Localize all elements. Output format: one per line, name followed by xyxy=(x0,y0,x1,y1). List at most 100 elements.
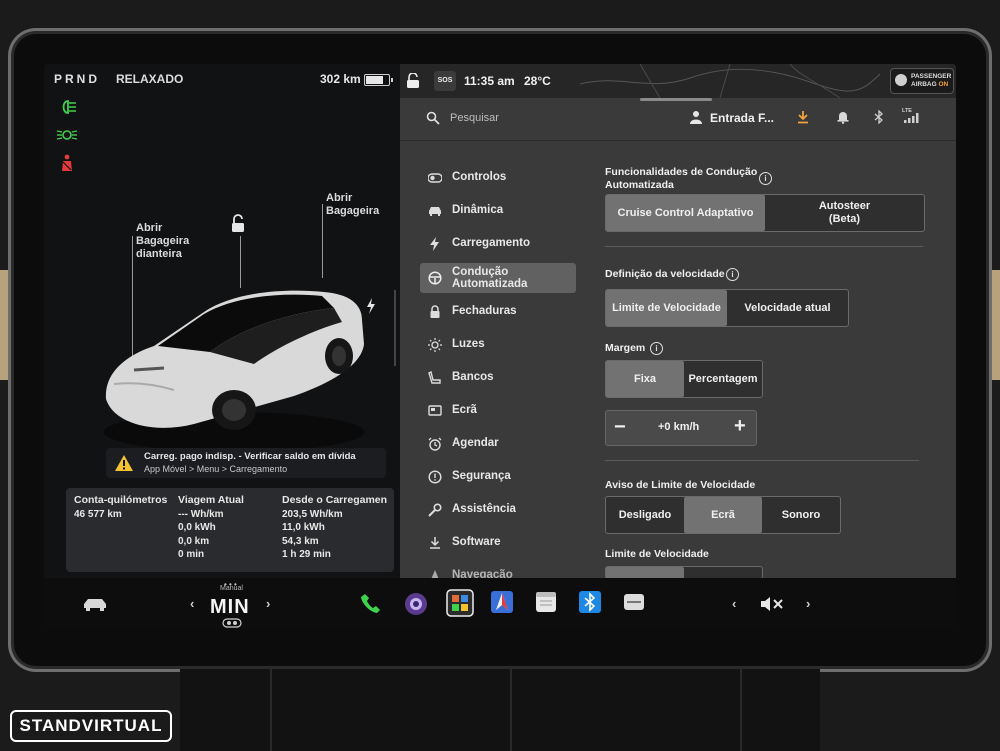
speed-limit-title: Limite de Velocidade xyxy=(605,548,709,560)
option-cruise-control[interactable]: Cruise Control Adaptativo xyxy=(606,195,765,231)
speed-definition-selector: Limite de Velocidade Velocidade atual xyxy=(605,289,849,327)
bluetooth-icon[interactable] xyxy=(874,110,884,124)
download-icon xyxy=(430,537,440,549)
drag-handle[interactable] xyxy=(640,98,712,101)
alert-circle-icon xyxy=(428,470,442,484)
volume-muted-icon[interactable] xyxy=(760,595,784,613)
option-current-speed[interactable]: Velocidade atual xyxy=(727,290,848,326)
option-off[interactable]: Desligado xyxy=(606,497,684,533)
option-display[interactable]: Ecrã xyxy=(684,497,762,533)
driver-profile[interactable]: Entrada F... xyxy=(710,111,774,125)
camera-icon[interactable] xyxy=(404,592,428,616)
decrease-button[interactable]: − xyxy=(614,416,626,439)
odometer-column: Conta-quilómetros 46 577 km xyxy=(74,494,168,520)
menu-item-agendar[interactable]: Agendar xyxy=(420,430,576,458)
climate-mode-label: Manual xyxy=(220,585,243,592)
sos-icon[interactable]: SOS xyxy=(434,71,456,91)
rear-trunk-label[interactable]: Abrir Bagageira xyxy=(326,192,379,218)
section-divider xyxy=(605,246,923,247)
volume-decrease-button[interactable]: ‹ xyxy=(732,596,736,611)
menu-item-bancos[interactable]: Bancos xyxy=(420,364,576,392)
car-model-image[interactable] xyxy=(94,264,374,454)
airbag-icon xyxy=(895,74,907,86)
car-status-panel: PRND RELAXADO 302 km Abrir Bagageira Abr… xyxy=(44,64,400,578)
option-sound[interactable]: Sonoro xyxy=(762,497,840,533)
map-roads xyxy=(580,64,880,98)
range-display: 302 km xyxy=(320,72,361,86)
increase-button[interactable]: + xyxy=(734,415,746,438)
info-icon[interactable]: i xyxy=(650,342,663,355)
drive-mode: RELAXADO xyxy=(116,72,184,86)
current-trip-column: Viagem Atual --- Wh/km 0,0 kWh 0,0 km 0 … xyxy=(178,494,244,560)
menu-item-ecra[interactable]: Ecrã xyxy=(420,397,576,425)
speed-definition-title: Definição da velocidade xyxy=(605,268,725,280)
header-divider xyxy=(400,140,956,141)
search-input[interactable]: Pesquisar xyxy=(450,112,499,124)
gear-indicator: PRND xyxy=(54,72,101,86)
display-icon xyxy=(428,405,442,416)
warning-text: Carreg. pago indisp. - Verificar saldo e… xyxy=(144,451,356,462)
unlock-icon[interactable] xyxy=(230,214,246,234)
passenger-airbag-indicator: PASSENGER AIRBAG ON xyxy=(890,68,954,94)
phone-icon[interactable] xyxy=(360,592,382,614)
fan-increase-button[interactable]: › xyxy=(266,596,270,611)
since-charge-column: Desde o Carregamen 203,5 Wh/km 11,0 kWh … xyxy=(282,494,388,560)
menu-item-luzes[interactable]: Luzes xyxy=(420,331,576,359)
menu-item-conducao-automatizada[interactable]: Condução Automatizada xyxy=(420,263,576,293)
bluetooth-app-icon[interactable] xyxy=(578,590,602,614)
low-beam-icon xyxy=(62,100,76,114)
info-icon[interactable]: i xyxy=(759,172,772,185)
download-icon[interactable] xyxy=(796,110,810,124)
map-strip: SOS 11:35 am 28°C PASSENGER AIRBAG ON xyxy=(400,64,956,98)
autopilot-features-title: Funcionalidades de Condução Automatizada xyxy=(605,166,758,191)
menu-item-seguranca[interactable]: Segurança xyxy=(420,463,576,491)
charging-warning[interactable]: Carreg. pago indisp. - Verificar saldo e… xyxy=(106,448,386,478)
profile-icon xyxy=(690,111,702,124)
settings-panel: SOS 11:35 am 28°C PASSENGER AIRBAG ON Pe… xyxy=(400,64,956,582)
app-launcher-icon[interactable] xyxy=(446,589,474,617)
parking-lights-icon xyxy=(56,130,78,140)
menu-item-controlos[interactable]: Controlos xyxy=(420,164,576,192)
search-icon xyxy=(426,111,440,125)
menu-item-fechaduras[interactable]: Fechaduras xyxy=(420,298,576,326)
recirculation-icon[interactable] xyxy=(222,618,242,628)
warning-icon xyxy=(115,455,133,471)
lock-status-icon[interactable] xyxy=(406,73,420,89)
option-speed-limit[interactable]: Limite de Velocidade xyxy=(606,290,727,326)
lock-icon xyxy=(430,305,440,318)
steering-wheel-icon xyxy=(428,271,442,285)
alarm-clock-icon xyxy=(428,437,442,451)
bell-icon[interactable] xyxy=(836,110,850,124)
margin-value: +0 km/h xyxy=(658,421,700,433)
fan-decrease-button[interactable]: ‹ xyxy=(190,596,194,611)
outside-temperature: 28°C xyxy=(524,74,551,88)
calendar-icon[interactable] xyxy=(534,590,558,614)
seatbelt-warning-icon xyxy=(62,154,72,171)
toggle-icon xyxy=(428,173,442,183)
signal-icon xyxy=(904,113,919,123)
option-percentage[interactable]: Percentagem xyxy=(684,361,762,397)
fan-speed[interactable]: MIN xyxy=(210,596,250,619)
section-divider xyxy=(605,460,919,461)
panel-scrollbar xyxy=(394,290,396,366)
menu-item-software[interactable]: Software xyxy=(420,529,576,557)
volume-increase-button[interactable]: › xyxy=(806,596,810,611)
margin-title: Margem xyxy=(605,342,646,354)
dashboard-trim-right xyxy=(986,270,1000,380)
car-icon[interactable] xyxy=(82,596,108,612)
battery-icon xyxy=(364,74,393,86)
front-trunk-label[interactable]: Abrir Bagageira dianteira xyxy=(136,222,189,261)
glovebox-icon[interactable] xyxy=(622,590,646,614)
trip-info-card[interactable]: Conta-quilómetros 46 577 km Viagem Atual… xyxy=(66,488,394,572)
info-icon[interactable]: i xyxy=(726,268,739,281)
autopilot-features-selector: Cruise Control Adaptativo Autosteer (Bet… xyxy=(605,194,925,232)
touchscreen: PRND RELAXADO 302 km Abrir Bagageira Abr… xyxy=(44,64,956,630)
menu-item-carregamento[interactable]: Carregamento xyxy=(420,230,576,258)
car-icon xyxy=(429,207,441,216)
menu-item-dinamica[interactable]: Dinâmica xyxy=(420,197,576,225)
option-autosteer[interactable]: Autosteer (Beta) xyxy=(765,195,924,231)
navigation-icon[interactable] xyxy=(490,590,514,614)
option-fixed[interactable]: Fixa xyxy=(606,361,684,397)
watermark-logo: STANDVIRTUAL xyxy=(10,710,172,742)
menu-item-assistencia[interactable]: Assistência xyxy=(420,496,576,524)
